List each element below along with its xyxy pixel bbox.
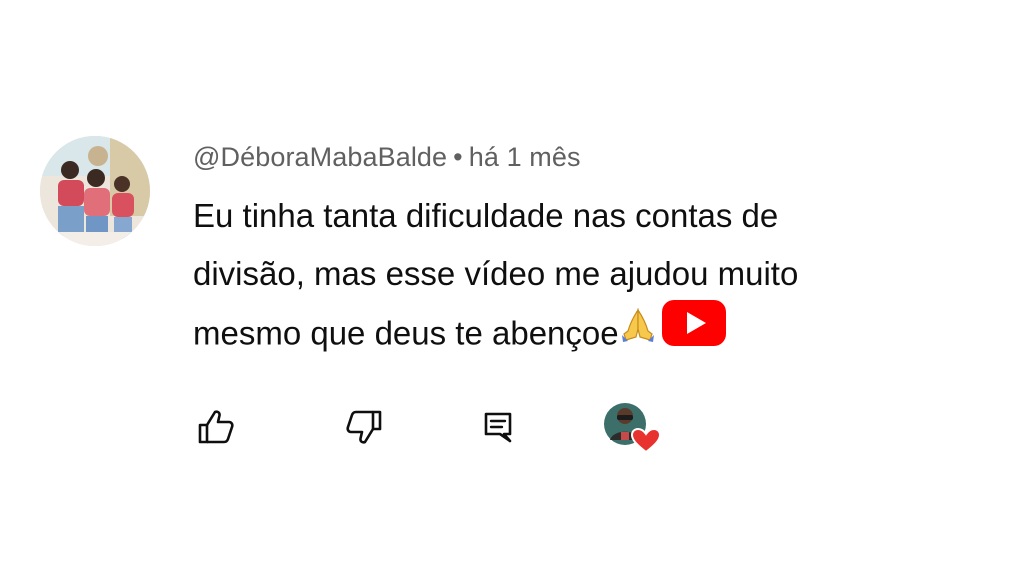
comment-actions: [193, 402, 713, 454]
author-name[interactable]: @DéboraMabaBalde: [193, 142, 447, 172]
youtube-logo-icon: [657, 299, 727, 365]
comment-header: @DéboraMabaBalde • há 1 mês: [193, 142, 973, 173]
reply-button[interactable]: [475, 404, 521, 450]
comment-text-line-last: mesmo que deus te abençoe: [193, 300, 973, 369]
comment-body: @DéboraMabaBalde • há 1 mês Eu tinha tanta…: [193, 136, 973, 454]
dislike-button[interactable]: [341, 404, 387, 450]
comment-text-line: divisão, mas esse vídeo me ajudou muito: [193, 255, 799, 292]
creator-heart-icon: [604, 403, 662, 454]
comment-text-line: Eu tinha tanta dificuldade nas contas de: [193, 197, 779, 234]
comment-text-line: mesmo que deus te abençoe: [193, 314, 619, 352]
reply-icon: [484, 412, 512, 443]
comment-timestamp[interactable]: há 1 mês: [469, 142, 581, 172]
avatar-photo: [40, 136, 150, 246]
folded-hands-icon: [619, 303, 657, 361]
creator-heart-badge[interactable]: [603, 402, 662, 454]
thumbs-down-icon: [346, 410, 382, 444]
avatar[interactable]: [40, 136, 150, 246]
like-button[interactable]: [193, 404, 239, 450]
meta-separator: •: [453, 142, 463, 172]
thumbs-up-icon: [198, 410, 234, 444]
comment-text: Eu tinha tanta dificuldade nas contas de…: [193, 187, 973, 369]
comment-screen: @DéboraMabaBalde • há 1 mês Eu tinha tanta…: [0, 0, 1024, 576]
